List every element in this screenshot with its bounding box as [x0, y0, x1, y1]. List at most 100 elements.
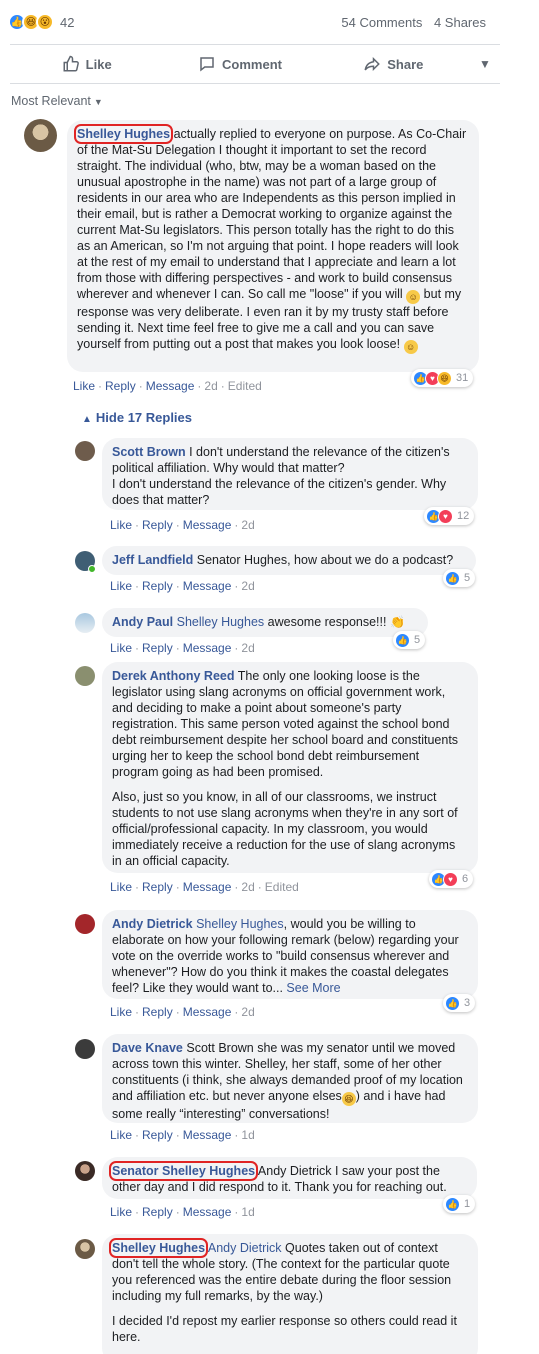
hide-replies-label: Hide 17 Replies	[95, 410, 193, 425]
reply-message-link[interactable]: Message	[183, 579, 232, 593]
clapping-hands-emoji-icon: 👏	[389, 615, 405, 629]
reply-timestamp[interactable]: 1d	[241, 1128, 254, 1142]
reply-meta: Like · Reply · Message · 2d · Edited	[110, 880, 299, 894]
avatar[interactable]	[75, 441, 95, 461]
reply-reply-link[interactable]: Reply	[142, 1128, 173, 1142]
reply-bubble: Dave Knave Scott Brown she was my senato…	[102, 1034, 478, 1123]
reply-author[interactable]: Shelley Hughes	[108, 1238, 209, 1258]
mention-tag[interactable]: Shelley Hughes	[177, 615, 265, 629]
comment-bubble: Shelley Hughes actually replied to every…	[67, 120, 479, 372]
reply-message-link[interactable]: Message	[183, 1205, 232, 1219]
reply-reply-link[interactable]: Reply	[142, 1005, 173, 1019]
reply-like-link[interactable]: Like	[110, 880, 132, 894]
avatar[interactable]	[75, 1239, 95, 1259]
reply-reply-link[interactable]: Reply	[142, 579, 173, 593]
reply-author[interactable]: Scott Brown	[112, 445, 186, 459]
reply-timestamp[interactable]: 2d	[241, 880, 254, 894]
reaction-badge[interactable]: 👍 ♥ 6	[429, 870, 474, 888]
reply-author[interactable]: Dave Knave	[112, 1041, 183, 1055]
mention-tag[interactable]: Shelley Hughes	[196, 917, 284, 931]
reply-reply-link[interactable]: Reply	[142, 641, 173, 655]
reply-like-link[interactable]: Like	[110, 579, 132, 593]
reply-reply-link[interactable]: Reply	[142, 880, 173, 894]
see-more-link[interactable]: See More	[286, 981, 340, 995]
comment-sort-dropdown[interactable]: Most Relevant ▼	[11, 94, 103, 108]
post-stats-bar: 👍 😆 😮 42 54 Comments 4 Shares	[0, 0, 500, 44]
reply-reply-link[interactable]: Reply	[142, 1205, 173, 1219]
reply-author[interactable]: Andy Dietrick	[112, 917, 193, 931]
sort-label: Most Relevant	[11, 94, 91, 108]
comments-count[interactable]: 54 Comments	[341, 15, 422, 30]
comment-button[interactable]: Comment	[163, 55, 316, 73]
like-button[interactable]: Like	[10, 55, 163, 73]
avatar[interactable]	[75, 914, 95, 934]
reaction-summary[interactable]: 👍 😆 😮	[8, 13, 54, 31]
reply-author[interactable]: Jeff Landfield	[112, 553, 193, 567]
reply-timestamp[interactable]: 2d	[241, 1005, 254, 1019]
reply-message-link[interactable]: Message	[183, 1128, 232, 1142]
avatar[interactable]	[75, 1039, 95, 1059]
avatar[interactable]	[24, 119, 57, 152]
reply-message-link[interactable]: Message	[183, 1005, 232, 1019]
comment-message-link[interactable]: Message	[146, 379, 195, 393]
reaction-badge[interactable]: 👍 ♥ 😆 31	[411, 369, 474, 387]
reply-author[interactable]: Derek Anthony Reed	[112, 669, 234, 683]
reply-bubble: Senator Shelley Hughes Andy Dietrick I s…	[102, 1157, 477, 1199]
like-icon: 👍	[445, 1196, 460, 1212]
shares-count[interactable]: 4 Shares	[434, 15, 486, 30]
reply-timestamp[interactable]: 2d	[241, 579, 254, 593]
avatar[interactable]	[75, 613, 95, 633]
chevron-down-icon: ▼	[93, 97, 103, 107]
reply-meta: Like · Reply · Message · 1d	[110, 1205, 255, 1219]
reply-author[interactable]: Senator Shelley Hughes	[108, 1161, 259, 1181]
share-button-label: Share	[387, 56, 424, 72]
reaction-count: 1	[464, 1198, 471, 1210]
comment-author[interactable]: Shelley Hughes	[73, 124, 174, 144]
reply-author[interactable]: Andy Paul	[112, 615, 173, 629]
reply-text: Senator Hughes, how about we do a podcas…	[196, 553, 454, 567]
grinning-emoji-icon: 😆	[341, 1092, 356, 1106]
hide-replies-link[interactable]: ▲ Hide 17 Replies	[82, 410, 192, 425]
mention-tag[interactable]: Andy Dietrick	[208, 1241, 282, 1255]
reaction-count[interactable]: 42	[60, 15, 74, 30]
reply-bubble: Andy Paul Shelley Hughes awesome respons…	[102, 608, 428, 637]
reply-message-link[interactable]: Message	[183, 518, 232, 532]
reply-message-link[interactable]: Message	[183, 880, 232, 894]
reply-text: The only one looking loose is the legisl…	[112, 669, 459, 779]
reply-bubble: Jeff Landfield Senator Hughes, how about…	[102, 546, 476, 575]
comment-like-link[interactable]: Like	[73, 379, 95, 393]
reaction-badge[interactable]: 👍 1	[443, 1195, 476, 1213]
reaction-count: 5	[464, 572, 471, 584]
avatar[interactable]	[75, 1161, 95, 1181]
reply-text-continued: Also, just so you know, in all of our cl…	[112, 790, 458, 868]
reply-like-link[interactable]: Like	[110, 641, 132, 655]
comment-timestamp[interactable]: 2d	[204, 379, 217, 393]
reply-like-link[interactable]: Like	[110, 1005, 132, 1019]
reply-timestamp[interactable]: 2d	[241, 518, 254, 532]
like-icon: 👍	[395, 632, 410, 648]
reaction-badge[interactable]: 👍 5	[393, 631, 426, 649]
reply-like-link[interactable]: Like	[110, 1128, 132, 1142]
reply-meta: Like · Reply · Message · 2d	[110, 641, 255, 655]
reaction-badge[interactable]: 👍 ♥ 12	[424, 507, 475, 525]
comment-reply-link[interactable]: Reply	[105, 379, 136, 393]
share-audience-caret-icon[interactable]: ▼	[470, 57, 500, 71]
edited-label[interactable]: Edited	[265, 880, 299, 894]
reply-reply-link[interactable]: Reply	[142, 518, 173, 532]
love-icon: ♥	[443, 871, 458, 887]
reply-meta: Like · Reply · Message · 2d	[110, 518, 255, 532]
reaction-badge[interactable]: 👍 3	[443, 994, 476, 1012]
reply-bubble: Shelley Hughes Andy Dietrick Quotes take…	[102, 1234, 478, 1354]
reaction-badge[interactable]: 👍 5	[443, 569, 476, 587]
edited-label[interactable]: Edited	[228, 379, 262, 393]
reply-timestamp[interactable]: 2d	[241, 641, 254, 655]
reply-like-link[interactable]: Like	[110, 1205, 132, 1219]
reply-like-link[interactable]: Like	[110, 518, 132, 532]
reply-message-link[interactable]: Message	[183, 641, 232, 655]
share-button[interactable]: Share	[317, 55, 470, 73]
reaction-count: 3	[464, 997, 471, 1009]
reaction-count: 5	[414, 634, 421, 646]
reply-timestamp[interactable]: 1d	[241, 1205, 254, 1219]
avatar[interactable]	[75, 666, 95, 686]
reply-bubble: Derek Anthony Reed The only one looking …	[102, 662, 478, 873]
